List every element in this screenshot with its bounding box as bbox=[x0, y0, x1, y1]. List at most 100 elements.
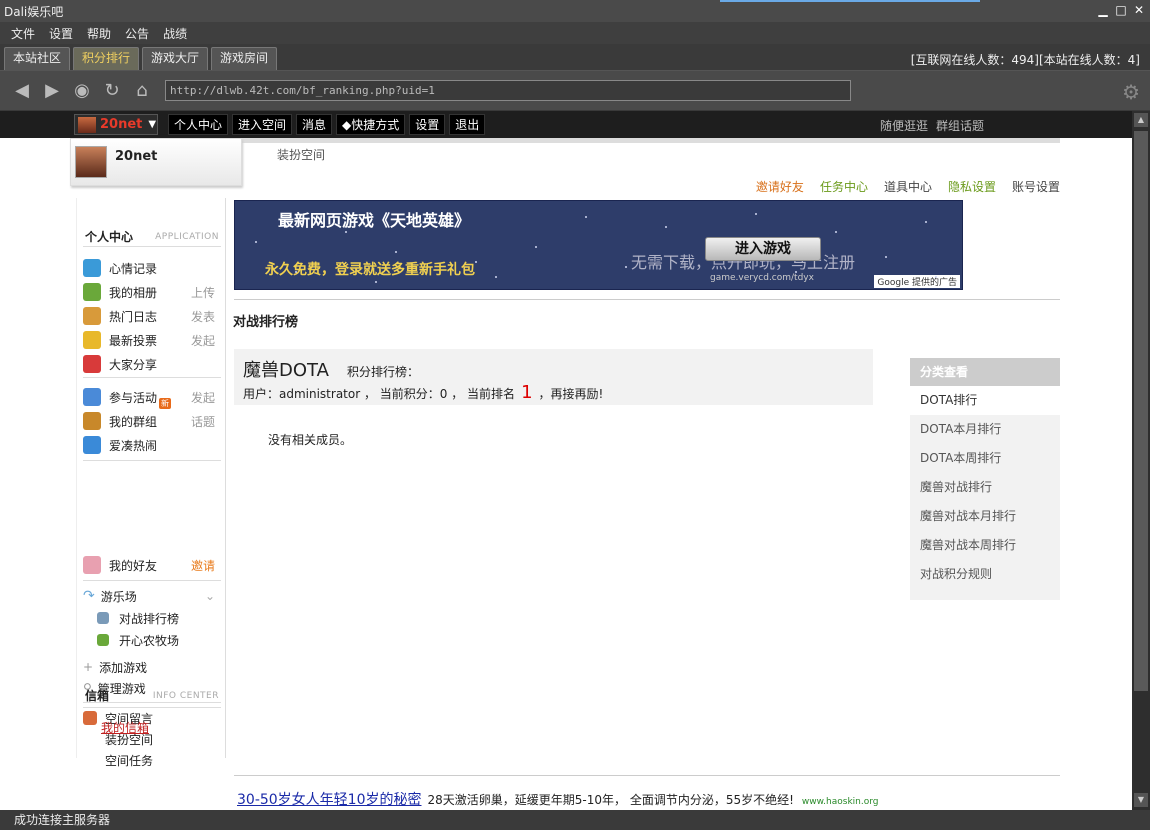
loading-progress bbox=[720, 0, 980, 2]
tab-1[interactable]: 本站社区 bbox=[4, 47, 71, 70]
sidebar-item[interactable]: 我的相册 上传 bbox=[83, 282, 221, 302]
sidebar-item-label: 空间任务 bbox=[105, 753, 154, 768]
account-link[interactable]: 账号设置 bbox=[1012, 178, 1060, 195]
add-game-link[interactable]: + 添加游戏 bbox=[83, 657, 221, 677]
topbar-link[interactable]: 消息 bbox=[296, 114, 333, 135]
sidebar-item[interactable]: 最新投票 发起 bbox=[83, 330, 221, 350]
close-icon[interactable]: ✕ bbox=[1132, 3, 1146, 17]
menu-item[interactable]: 公告 bbox=[125, 25, 149, 42]
divider bbox=[234, 299, 1060, 300]
sidebar-item[interactable]: 爱凑热闹 bbox=[83, 435, 221, 455]
star-dot bbox=[445, 221, 447, 223]
category-item[interactable]: 魔兽对战本周排行 bbox=[910, 531, 1060, 560]
sidebar-item-friends[interactable]: 我的好友 邀请 bbox=[83, 555, 221, 575]
site-topbar: 20net ▼ 个人中心 进入空间 消息 ◆快捷方式 设置 退出 随便逛逛 群组话题 bbox=[0, 111, 1132, 138]
plus-icon: + bbox=[83, 660, 94, 674]
dress-space-link[interactable]: 装扮空间 bbox=[277, 146, 325, 163]
sidebar-item-action[interactable]: 发起 bbox=[191, 389, 215, 406]
scroll-thumb[interactable] bbox=[1134, 131, 1148, 691]
sidebar-item-action[interactable]: 话题 bbox=[191, 413, 215, 430]
sidebar-item-label: 我的相册 bbox=[109, 285, 158, 300]
account-link[interactable]: 道具中心 bbox=[884, 178, 932, 195]
menu-item[interactable]: 帮助 bbox=[87, 25, 111, 42]
game-title: 魔兽DOTA bbox=[243, 360, 329, 381]
vertical-scrollbar[interactable]: ▲ ▼ bbox=[1132, 111, 1150, 810]
sidebar-item-label: 我的好友 bbox=[109, 558, 158, 573]
stop-icon[interactable]: ◉ bbox=[72, 81, 92, 101]
user-score-info: 用户：administrator ， 当前积分：0 ， 当前排名 bbox=[243, 387, 516, 401]
encourage-text: ，再接再励! bbox=[538, 387, 604, 401]
window-title: Dali娱乐吧 bbox=[4, 5, 64, 19]
address-input[interactable]: http://dlwb.42t.com/bf_ranking.php?uid=1 bbox=[165, 80, 851, 101]
star-dot bbox=[755, 213, 757, 215]
menu-item[interactable]: 战绩 bbox=[163, 25, 187, 42]
star-dot bbox=[795, 271, 797, 273]
account-link[interactable]: 隐私设置 bbox=[948, 178, 996, 195]
divider bbox=[83, 580, 221, 581]
sidebar-item-playground[interactable]: ↷ 游乐场 ⌄ bbox=[83, 586, 221, 606]
nav-toolbar: ◀ ▶ ◉ ↻ ⌂ http://dlwb.42t.com/bf_ranking… bbox=[0, 70, 1150, 110]
sidebar-item-label: 我的群组 bbox=[109, 414, 158, 429]
tab-4[interactable]: 游戏房间 bbox=[211, 47, 278, 70]
sidebar-item-label: 热门日志 bbox=[109, 309, 158, 324]
tab-2[interactable]: 积分排行 bbox=[73, 47, 140, 70]
topbar-link[interactable]: 退出 bbox=[449, 114, 486, 135]
ad-url: game.verycd.com/tdyx bbox=[710, 273, 814, 283]
home-icon[interactable]: ⌂ bbox=[132, 81, 152, 101]
sidebar-item-action[interactable]: 发表 bbox=[191, 308, 215, 325]
sidebar-item[interactable]: 心情记录 bbox=[83, 258, 221, 278]
category-item[interactable]: DOTA本月排行 bbox=[910, 415, 1060, 444]
user-menu-button[interactable]: 20net ▼ bbox=[74, 114, 158, 135]
text-ad-link[interactable]: 30-50岁女人年轻10岁的秘密 bbox=[237, 789, 422, 809]
category-item[interactable]: DOTA排行 bbox=[910, 386, 1060, 415]
menu-item[interactable]: 文件 bbox=[11, 25, 35, 42]
sidebar-item[interactable]: 参与活动 发起 bbox=[83, 387, 221, 407]
text-ad-domain[interactable]: www.haoskin.org bbox=[802, 797, 879, 807]
profile-card[interactable]: 20net bbox=[70, 138, 242, 186]
text-ad: 30-50岁女人年轻10岁的秘密 28天激活卵巢，延缓更年期5-10年， 全面调… bbox=[237, 789, 878, 809]
google-ads-label[interactable]: Google 提供的广告 bbox=[874, 275, 960, 288]
minimize-icon[interactable]: ▁ bbox=[1096, 3, 1110, 17]
scroll-up-icon[interactable]: ▲ bbox=[1134, 113, 1148, 127]
back-icon[interactable]: ◀ bbox=[12, 81, 32, 101]
tab-3[interactable]: 游戏大厅 bbox=[142, 47, 209, 70]
enter-game-button[interactable]: 进入游戏 bbox=[705, 237, 821, 261]
sidebar-subitem[interactable]: 开心农牧场 bbox=[97, 630, 221, 650]
header-band bbox=[242, 138, 1060, 143]
sidebar-item-action[interactable]: 发起 bbox=[191, 332, 215, 349]
topbar-link[interactable]: 个人中心 bbox=[168, 114, 229, 135]
category-item[interactable]: DOTA本周排行 bbox=[910, 444, 1060, 473]
profile-header: 20net 装扮空间 邀请好友 任务中心 道具中心 隐私设置 账号设置 bbox=[70, 138, 1060, 198]
account-link[interactable]: 任务中心 bbox=[820, 178, 868, 195]
topbar-right-link[interactable]: 随便逛逛 bbox=[880, 117, 928, 134]
ad-banner[interactable]: 最新网页游戏《天地英雄》 无需下载，点开即玩，马上注册 永久免费，登录就送多重新… bbox=[234, 200, 963, 290]
chevron-down-icon[interactable]: ⌄ bbox=[205, 589, 215, 603]
my-inbox-link[interactable]: 我的信箱 bbox=[101, 719, 149, 736]
scroll-down-icon[interactable]: ▼ bbox=[1134, 793, 1148, 807]
sidebar-item-action[interactable]: 上传 bbox=[191, 284, 215, 301]
category-item[interactable]: 魔兽对战本月排行 bbox=[910, 502, 1060, 531]
category-item[interactable]: 对战积分规则 bbox=[910, 560, 1060, 589]
app-icon bbox=[83, 412, 101, 430]
space-link[interactable]: 空间任务 bbox=[83, 750, 221, 770]
forward-icon[interactable]: ▶ bbox=[42, 81, 62, 101]
sidebar-item[interactable]: 大家分享 bbox=[83, 354, 221, 374]
topbar-link[interactable]: 进入空间 bbox=[232, 114, 293, 135]
topbar-right-link[interactable]: 群组话题 bbox=[936, 117, 984, 134]
invite-link[interactable]: 邀请 bbox=[191, 557, 215, 574]
menu-bar: 文件 设置 帮助 公告 战绩 bbox=[0, 22, 1150, 44]
sidebar-subitem[interactable]: 对战排行榜 bbox=[97, 608, 221, 628]
category-item[interactable]: 魔兽对战排行 bbox=[910, 473, 1060, 502]
menu-item[interactable]: 设置 bbox=[49, 25, 73, 42]
star-dot bbox=[495, 276, 497, 278]
sidebar-item[interactable]: 我的群组 话题 bbox=[83, 411, 221, 431]
gear-icon[interactable]: ⚙ bbox=[1122, 80, 1140, 104]
star-dot bbox=[345, 231, 347, 233]
refresh-icon[interactable]: ↻ bbox=[102, 81, 122, 101]
star-dot bbox=[255, 241, 257, 243]
sidebar-item[interactable]: 热门日志 发表 bbox=[83, 306, 221, 326]
account-link[interactable]: 邀请好友 bbox=[756, 178, 804, 195]
maximize-icon[interactable]: □ bbox=[1114, 3, 1128, 17]
topbar-link[interactable]: ◆快捷方式 bbox=[336, 114, 406, 135]
topbar-link[interactable]: 设置 bbox=[409, 114, 446, 135]
